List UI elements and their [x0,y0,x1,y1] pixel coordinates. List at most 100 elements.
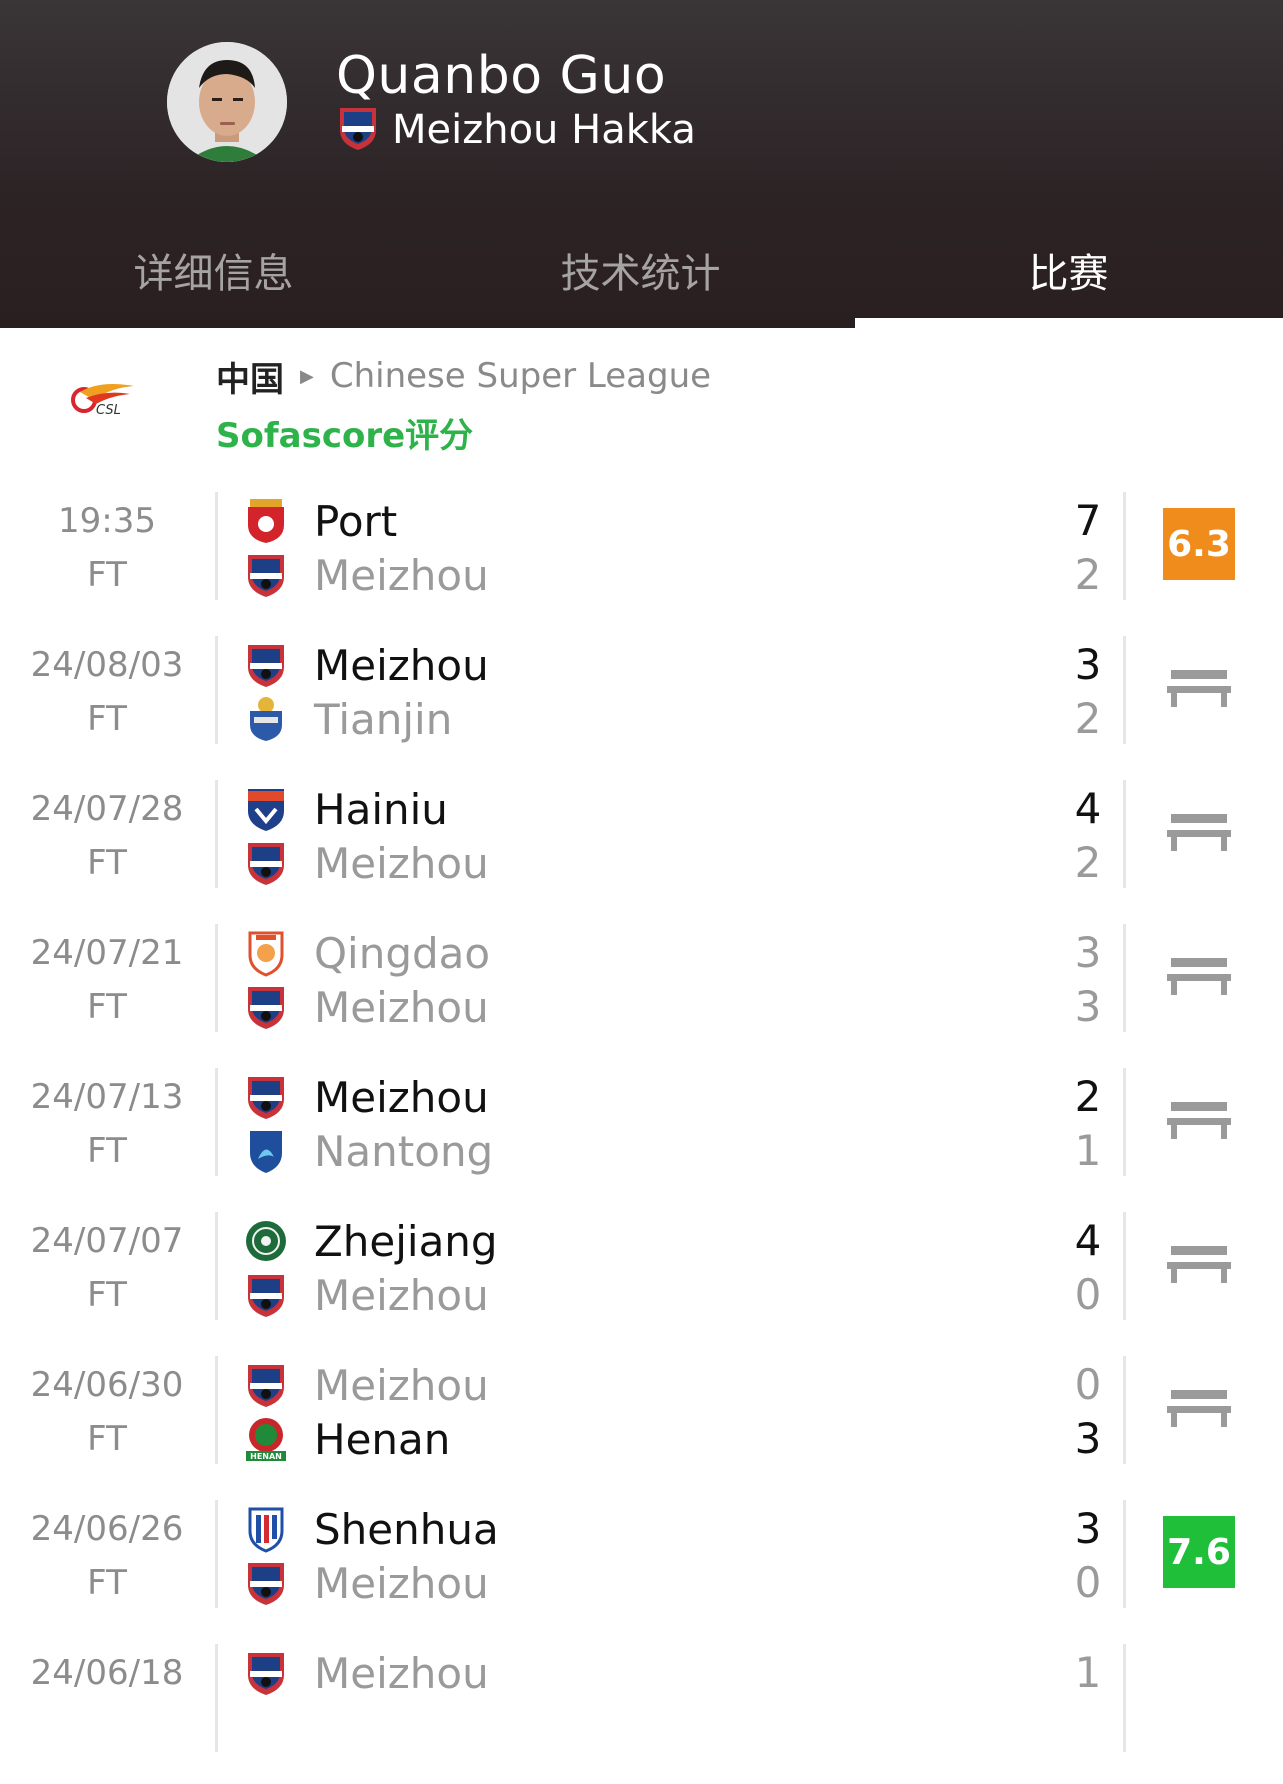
divider [1123,1356,1126,1464]
league-breadcrumb[interactable]: 中国 ▶ Chinese Super League [216,354,712,400]
qingdao-crest-icon [244,929,288,977]
home-score: 3 [1074,1504,1102,1553]
divider [1123,636,1126,744]
home-team-name: Meizhou [314,1648,489,1698]
match-status: FT [87,699,127,739]
home-team-name: Zhejiang [314,1216,498,1266]
match-date: 24/07/21 [30,933,184,973]
away-team-name: Meizhou [314,1558,489,1608]
home-team-name: Port [314,496,398,546]
csl-logo-text: CSL [96,403,121,418]
home-score: 4 [1074,784,1102,833]
match-row[interactable]: 24/07/21 FT Qingdao Meizhou 3 3 [0,920,1283,1064]
divider [1123,492,1126,600]
league-name: Chinese Super League [329,356,712,396]
away-team-name: Nantong [314,1126,494,1176]
home-team: Meizhou [244,638,489,692]
away-team-name: Meizhou [314,838,489,888]
away-team: Meizhou [244,1556,489,1610]
league-country: 中国 [216,359,284,400]
player-avatar[interactable] [167,42,287,162]
meizhou-crest-icon [244,1073,288,1121]
away-team: Meizhou [244,548,489,602]
home-score: 4 [1074,1216,1102,1265]
away-team: Nantong [244,1124,493,1178]
home-team: Hainiu [244,782,448,836]
divider [1123,1644,1126,1752]
away-score: 2 [1074,694,1102,743]
away-team: Meizhou [244,1268,489,1322]
match-row[interactable]: 19:35 FT Port Meizhou 7 2 6.3 [0,488,1283,632]
match-row[interactable]: 24/07/07 FT Zhejiang Meizhou 4 0 [0,1208,1283,1352]
home-score: 3 [1074,640,1102,689]
match-status: FT [87,1563,127,1603]
match-date: 24/07/28 [30,789,184,829]
match-row[interactable]: 24/06/18 Meizhou 1 [0,1640,1283,1784]
rating-badge[interactable]: 6.3 [1163,508,1235,580]
match-status: FT [87,1131,127,1171]
meizhou-crest-icon [244,551,288,599]
bench-icon [1167,958,1231,998]
tab-matches[interactable]: 比赛 [855,222,1282,318]
tab-statistics[interactable]: 技术统计 [427,222,854,318]
home-team-name: Meizhou [314,1072,489,1122]
home-team: Meizhou [244,1646,489,1700]
match-date: 24/06/26 [30,1509,184,1549]
henan-crest-icon: HENAN [244,1415,288,1463]
active-tab-indicator [855,318,1283,328]
match-row[interactable]: 24/07/13 FT Meizhou Nantong 2 1 [0,1064,1283,1208]
match-status: FT [87,843,127,883]
home-team-name: Meizhou [314,1360,489,1410]
team-name: Meizhou Hakka [392,107,696,153]
away-team: Meizhou [244,836,489,890]
csl-logo: CSL [70,378,140,422]
home-team-name: Qingdao [314,928,491,978]
away-score: 0 [1074,1558,1102,1607]
away-team-name: Tianjin [314,694,453,744]
match-row[interactable]: 24/06/26 FT Shenhua Meizhou 3 0 7.6 [0,1496,1283,1640]
team-link[interactable]: Meizhou Hakka [336,106,696,154]
away-score: 0 [1074,1270,1102,1319]
divider [1123,1500,1126,1608]
away-team-name: Meizhou [314,1270,489,1320]
rating-badge[interactable]: 7.6 [1163,1516,1235,1588]
zhejiang-crest-icon [244,1217,288,1265]
away-score: 2 [1074,550,1102,599]
divider [215,1500,218,1608]
home-team: Meizhou [244,1358,489,1412]
hainiu-crest-icon [244,785,288,833]
home-team-name: Meizhou [314,640,489,690]
meizhou-crest-icon [244,839,288,887]
divider [215,1644,218,1752]
divider [1123,924,1126,1032]
match-row[interactable]: 24/07/28 FT Hainiu Meizhou 4 2 [0,776,1283,920]
match-date: 24/06/30 [30,1365,184,1405]
match-row[interactable]: 24/08/03 FT Meizhou Tianjin 3 2 [0,632,1283,776]
home-team: Port [244,494,397,548]
away-team: Tianjin [244,692,452,746]
divider [215,1212,218,1320]
home-team: Meizhou [244,1070,489,1124]
match-row[interactable]: 24/06/30 FT Meizhou HENAN Henan 0 3 [0,1352,1283,1496]
home-team: Qingdao [244,926,490,980]
divider [215,492,218,600]
home-team-name: Hainiu [314,784,448,834]
match-status: FT [87,1275,127,1315]
tab-bar: 详细信息 技术统计 比赛 [0,222,1283,328]
rating-label: Sofascore评分 [216,416,474,456]
caret-right-icon: ▶ [300,365,314,387]
match-date: 24/07/13 [30,1077,184,1117]
match-status: FT [87,555,127,595]
divider [215,780,218,888]
shenhua-crest-icon [244,1505,288,1553]
home-score: 2 [1074,1072,1102,1121]
meizhou-crest-icon [336,104,380,156]
tab-details[interactable]: 详细信息 [0,222,427,318]
port-crest-icon [244,497,288,545]
nantong-crest-icon [244,1127,288,1175]
meizhou-crest-icon [244,641,288,689]
away-team: Meizhou [244,980,489,1034]
away-team-name: Meizhou [314,982,489,1032]
away-score: 3 [1074,1414,1102,1463]
away-score: 1 [1074,1126,1102,1175]
